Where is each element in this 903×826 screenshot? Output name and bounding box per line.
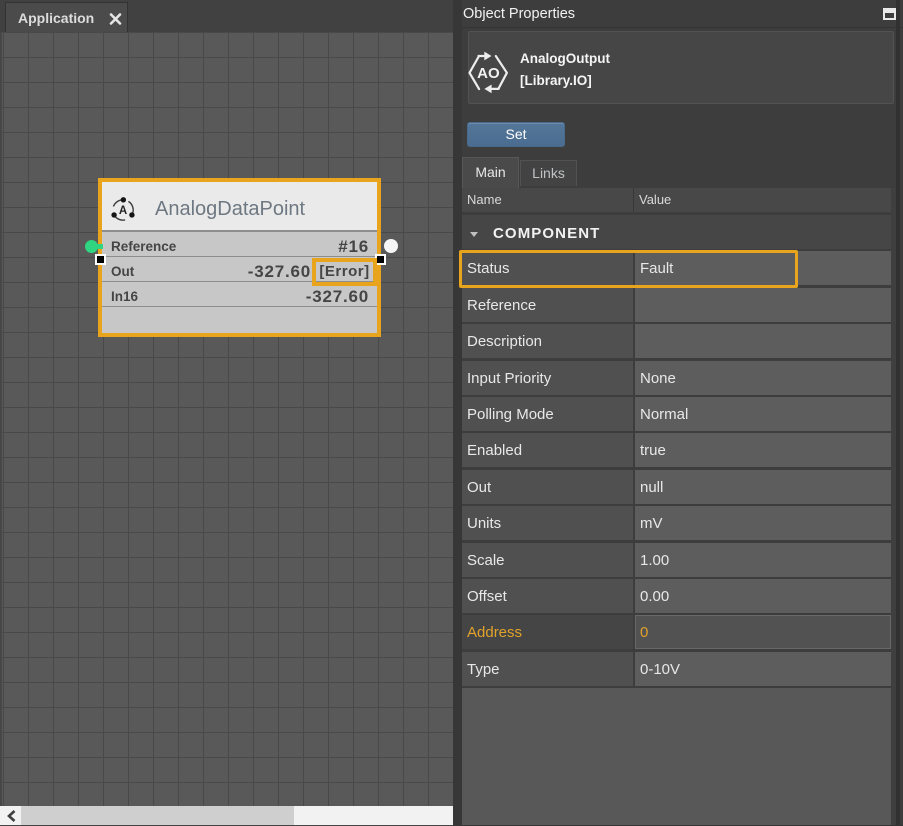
svg-text:AO: AO: [477, 65, 500, 82]
svg-text:A: A: [119, 205, 127, 217]
